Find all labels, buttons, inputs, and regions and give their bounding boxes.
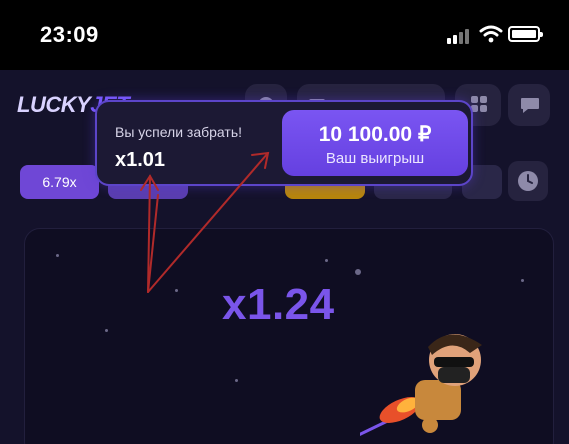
current-multiplier: x1.24 [222,280,335,329]
cashout-popup: Вы успели забрать! x1.01 10 100.00 ₽ Ваш… [95,100,473,186]
battery-icon [508,26,543,42]
history-button[interactable] [508,161,548,201]
chat-icon [521,98,539,113]
star [325,259,328,262]
clock-icon [518,171,538,191]
wifi-icon [479,25,503,43]
star [235,379,238,382]
win-amount: 10 100.00 ₽ [318,123,432,146]
win-amount-button[interactable]: 10 100.00 ₽ Ваш выигрыш [282,110,468,176]
pilot-character-image [360,334,482,436]
win-label: Ваш выигрыш [325,150,425,167]
star [175,289,178,292]
grid-icon [471,96,487,112]
logo-main: LUCKY [17,92,91,117]
status-bar: 23:09 [0,0,569,70]
popup-title: Вы успели забрать! [115,124,242,140]
status-time: 23:09 [40,22,99,47]
chat-button[interactable] [508,84,550,126]
star [355,269,361,275]
star [521,279,524,282]
signal-icon [447,28,475,44]
history-chip[interactable]: 6.79x [20,165,99,199]
popup-multiplier: x1.01 [115,149,166,171]
star [56,254,59,257]
star [105,329,108,332]
